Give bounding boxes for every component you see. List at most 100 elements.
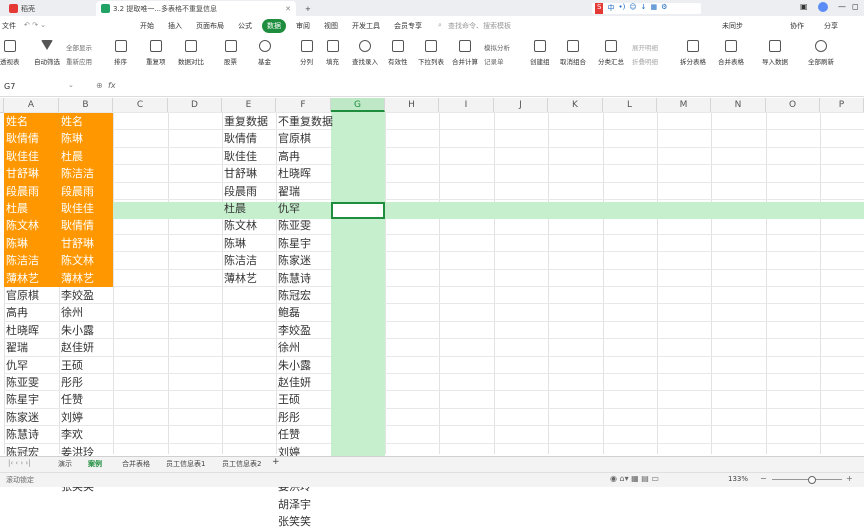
column-header-o[interactable]: O: [766, 98, 820, 112]
fund-button[interactable]: 基金: [258, 40, 271, 66]
refresh-all-button[interactable]: 全部刷新: [808, 40, 834, 66]
auto-filter-button[interactable]: 自动筛选: [34, 40, 60, 66]
cell-e10[interactable]: 薄林艺: [222, 270, 276, 287]
new-tab-button[interactable]: +: [300, 1, 316, 16]
cell-f7[interactable]: 陈亚雯: [276, 217, 331, 234]
cell-a5[interactable]: 段晨雨: [4, 182, 59, 200]
menu-home[interactable]: 开始: [140, 21, 154, 31]
menu-view[interactable]: 视图: [324, 21, 338, 31]
record-form-button[interactable]: 记录单: [484, 56, 504, 66]
cell-b7[interactable]: 耿倩倩: [59, 217, 113, 235]
cell-e1[interactable]: 重复数据: [222, 113, 276, 130]
sort-button[interactable]: 排序: [114, 40, 127, 66]
column-header-e[interactable]: E: [222, 98, 276, 112]
cell-a15[interactable]: 仇罕: [4, 357, 59, 374]
cell-a19[interactable]: 陈慧诗: [4, 426, 59, 443]
cell-a7[interactable]: 陈文林: [4, 217, 59, 235]
cell-a17[interactable]: 陈星宇: [4, 391, 59, 408]
ime-punct-icon[interactable]: •): [618, 3, 625, 14]
fill-button[interactable]: 填充: [326, 40, 339, 66]
cell-f14[interactable]: 徐州: [276, 339, 331, 356]
column-header-p[interactable]: P: [820, 98, 864, 112]
menu-file[interactable]: 文件: [2, 21, 16, 31]
column-header-a[interactable]: A: [4, 98, 59, 112]
sheet-tab-case[interactable]: 案例: [88, 459, 102, 469]
avatar[interactable]: [818, 2, 828, 12]
cell-b6[interactable]: 耿佳佳: [59, 200, 113, 218]
tab-document[interactable]: 3.2 提取唯一...多表格不重复信息 ✕: [96, 1, 296, 16]
ime-keyboard-icon[interactable]: ▦: [651, 3, 658, 14]
cell-b3[interactable]: 杜晨: [59, 147, 113, 166]
cell-f23[interactable]: 胡泽宇: [276, 496, 331, 513]
add-sheet-button[interactable]: +: [272, 457, 280, 467]
cell-f19[interactable]: 任赞: [276, 426, 331, 443]
close-tab-icon[interactable]: ✕: [285, 5, 291, 13]
data-compare-button[interactable]: 数据对比: [178, 40, 204, 66]
cell-e5[interactable]: 段晨雨: [222, 183, 276, 200]
fx-button[interactable]: fx: [108, 81, 116, 90]
minimize-icon[interactable]: —: [838, 2, 846, 11]
cell-f18[interactable]: 彤彤: [276, 409, 331, 426]
menu-developer[interactable]: 开发工具: [352, 21, 380, 31]
reapply-button[interactable]: 重新应用: [66, 56, 92, 66]
column-header-h[interactable]: H: [385, 98, 439, 112]
cell-e8[interactable]: 陈琳: [222, 235, 276, 252]
input-method-bar[interactable]: S 中 •) ☺ ↓ ▦ ⚙: [592, 3, 701, 14]
column-header-j[interactable]: J: [494, 98, 548, 112]
window-layout-icon[interactable]: ▣: [800, 2, 808, 11]
duplicates-button[interactable]: 重复项: [146, 40, 166, 66]
sheet-tab-merge-table[interactable]: 合并表格: [122, 459, 150, 469]
cell-b14[interactable]: 赵佳妍: [59, 339, 113, 356]
cell-e3[interactable]: 耿佳佳: [222, 148, 276, 165]
cell-b13[interactable]: 朱小露: [59, 322, 113, 339]
cell-f12[interactable]: 鲍磊: [276, 304, 331, 321]
cell-a6[interactable]: 杜晨: [4, 200, 59, 218]
menu-member[interactable]: 会员专享: [394, 21, 422, 31]
cell-e4[interactable]: 甘舒琳: [222, 165, 276, 182]
active-cell-g7[interactable]: [331, 202, 385, 220]
cell-f5[interactable]: 翟瑞: [276, 183, 331, 200]
cell-b12[interactable]: 徐州: [59, 304, 113, 321]
column-header-n[interactable]: N: [711, 98, 766, 112]
column-header-d[interactable]: D: [168, 98, 222, 112]
cell-b16[interactable]: 彤彤: [59, 374, 113, 391]
merge-table-button[interactable]: 合并表格: [718, 40, 744, 66]
split-table-button[interactable]: 拆分表格: [680, 40, 706, 66]
cell-f4[interactable]: 杜晓晖: [276, 165, 331, 182]
zoom-slider-handle[interactable]: [808, 476, 816, 484]
cell-f16[interactable]: 赵佳妍: [276, 374, 331, 391]
expand-detail-button[interactable]: 展开明细: [632, 42, 658, 52]
cell-b15[interactable]: 王硕: [59, 357, 113, 374]
ime-emoji-icon[interactable]: ☺: [629, 3, 636, 14]
search-icon[interactable]: ⌕: [438, 21, 442, 30]
cell-a13[interactable]: 杜晓晖: [4, 322, 59, 339]
cell-f13[interactable]: 李姣盈: [276, 322, 331, 339]
zoom-in-icon[interactable]: +: [846, 474, 853, 483]
column-header-k[interactable]: K: [548, 98, 603, 112]
import-data-button[interactable]: 导入数据: [762, 40, 788, 66]
share-button[interactable]: 分享: [824, 21, 838, 31]
chevron-down-icon[interactable]: ⌄: [68, 81, 74, 89]
menu-review[interactable]: 审阅: [296, 21, 310, 31]
cell-e7[interactable]: 陈文林: [222, 217, 276, 234]
column-header-g[interactable]: G: [331, 98, 385, 112]
collaborate-button[interactable]: 协作: [790, 21, 804, 31]
consolidate-button[interactable]: 合并计算: [452, 40, 478, 66]
column-header-i[interactable]: I: [439, 98, 494, 112]
menu-page-layout[interactable]: 页面布局: [196, 21, 224, 31]
column-header-f[interactable]: F: [276, 98, 331, 112]
cell-f2[interactable]: 官原棋: [276, 130, 331, 147]
cell-a9[interactable]: 陈洁洁: [4, 252, 59, 270]
sheet-tab-employee-2[interactable]: 员工信息表2: [222, 459, 261, 469]
column-header-c[interactable]: C: [113, 98, 168, 112]
menu-formula[interactable]: 公式: [238, 21, 252, 31]
cell-e6[interactable]: 杜晨: [222, 200, 276, 217]
cell-a1[interactable]: 姓名: [4, 113, 59, 131]
split-column-button[interactable]: 分列: [300, 40, 313, 66]
cell-e9[interactable]: 陈洁洁: [222, 252, 276, 269]
cell-f11[interactable]: 陈冠宏: [276, 287, 331, 304]
cell-b19[interactable]: 李欢: [59, 426, 113, 443]
cell-a3[interactable]: 耿佳佳: [4, 147, 59, 166]
tab-docer[interactable]: 稻壳: [4, 1, 40, 16]
cell-b17[interactable]: 任赞: [59, 391, 113, 408]
